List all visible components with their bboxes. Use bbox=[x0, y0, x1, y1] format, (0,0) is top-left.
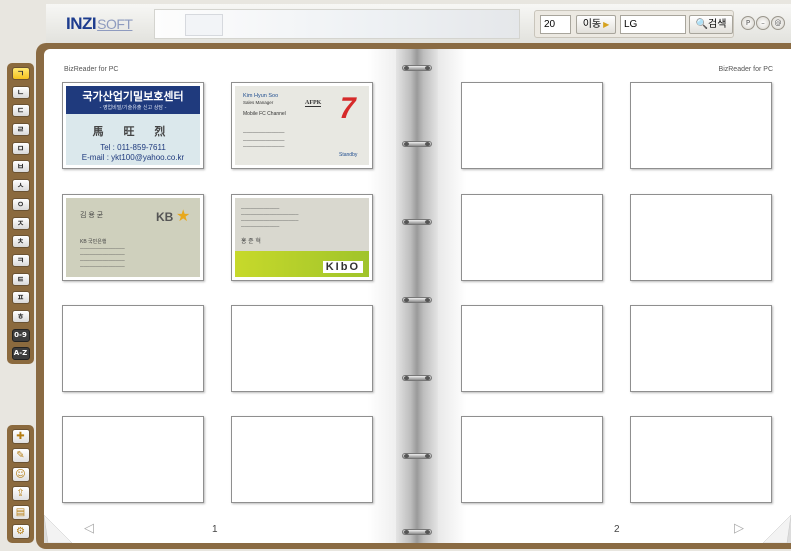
minimize-button[interactable]: – bbox=[756, 16, 770, 30]
left-page: BizReader for PC 국가산업기밀보호센터 - 영업비밀/기술유출 … bbox=[44, 49, 396, 543]
empty-card-slot[interactable] bbox=[231, 305, 373, 392]
business-card[interactable]: 국가산업기밀보호센터 - 영업비밀/기술유출 신고 상담 - 馬 旺 烈 Tel… bbox=[62, 82, 204, 169]
card-tel: Tel : 011-859-7611 bbox=[100, 143, 166, 152]
top-toolbar: INZISOFT 이동▶ 🔍검색 P – @ bbox=[46, 4, 791, 44]
export-icon[interactable]: ⇪ bbox=[11, 486, 30, 501]
close-button[interactable]: @ bbox=[771, 16, 785, 30]
card-mark: 7 bbox=[335, 92, 360, 125]
empty-card-slot[interactable] bbox=[630, 82, 772, 169]
brand-label: BizReader for PC bbox=[718, 66, 773, 73]
index-tab-chieut[interactable]: ㅊ bbox=[11, 235, 30, 249]
index-tab-rieul[interactable]: ㄹ bbox=[11, 123, 30, 137]
tool-strip: ✚ ✎ ☺ ⇪ ▤ ⚙ bbox=[7, 425, 34, 543]
card-name: 김 용 균 bbox=[80, 212, 104, 219]
card-name: 馬 旺 烈 bbox=[92, 125, 174, 138]
group-icon[interactable]: ☺ bbox=[11, 467, 30, 482]
index-tab-bieup[interactable]: ㅂ bbox=[11, 160, 30, 174]
binder-ring bbox=[402, 141, 432, 147]
empty-card-slot[interactable] bbox=[62, 305, 204, 392]
empty-card-slot[interactable] bbox=[461, 305, 603, 392]
empty-card-slot[interactable] bbox=[630, 194, 772, 281]
binder-ring bbox=[402, 65, 432, 71]
card-image: Kim Hyun Soo Sales Manager Mobile FC Cha… bbox=[235, 86, 369, 165]
page-corner-right[interactable] bbox=[763, 515, 791, 543]
index-tab-tieut[interactable]: ㅌ bbox=[11, 272, 30, 286]
card-name: Kim Hyun Soo bbox=[243, 93, 279, 99]
card-dept: Mobile FC Channel bbox=[243, 111, 286, 117]
add-card-icon[interactable]: ✚ bbox=[11, 429, 30, 444]
print-icon[interactable]: ▤ bbox=[11, 505, 30, 520]
empty-card-slot[interactable] bbox=[461, 194, 603, 281]
binder-spine bbox=[396, 49, 438, 543]
index-tab-alphabet[interactable]: A-Z bbox=[11, 347, 30, 361]
go-button[interactable]: 이동 ▶ bbox=[576, 15, 616, 34]
banner-thumbnail bbox=[185, 14, 223, 36]
index-tab-nieun[interactable]: ㄴ bbox=[11, 85, 30, 99]
page-number-left: 1 bbox=[212, 524, 218, 535]
card-logo: KB bbox=[156, 210, 174, 224]
index-tab-jieut[interactable]: ㅈ bbox=[11, 216, 30, 230]
business-card[interactable]: ──────────── ────────────────── ────────… bbox=[231, 194, 373, 281]
card-image: ──────────── ────────────────── ────────… bbox=[235, 198, 369, 277]
empty-card-slot[interactable] bbox=[461, 416, 603, 503]
card-org: 국가산업기밀보호센터 bbox=[82, 90, 184, 103]
index-tab-digeut[interactable]: ㄷ bbox=[11, 104, 30, 118]
card-bank: KB 국민은행 bbox=[80, 239, 107, 245]
page-corner-left[interactable] bbox=[44, 515, 72, 543]
empty-card-slot[interactable] bbox=[62, 416, 204, 503]
card-image: 김 용 균 KB ★ KB 국민은행 ────────────── ──────… bbox=[66, 198, 200, 277]
card-contact: Tel : 011-859-7611 E-mail : ykt100@yahoo… bbox=[66, 143, 200, 163]
empty-card-slot[interactable] bbox=[461, 82, 603, 169]
card-image: 국가산업기밀보호센터 - 영업비밀/기술유출 신고 상담 - 馬 旺 烈 Tel… bbox=[66, 86, 200, 165]
index-tab-ieung[interactable]: ㅇ bbox=[11, 197, 30, 211]
empty-card-slot[interactable] bbox=[630, 416, 772, 503]
empty-card-slot[interactable] bbox=[630, 305, 772, 392]
binder-ring bbox=[402, 375, 432, 381]
page-number-input[interactable] bbox=[540, 15, 571, 34]
empty-card-slot[interactable] bbox=[231, 416, 373, 503]
card-email: E-mail : ykt100@yahoo.co.kr bbox=[81, 153, 185, 162]
search-button[interactable]: 🔍검색 bbox=[689, 15, 733, 34]
index-tab-kieuk[interactable]: ㅋ bbox=[11, 253, 30, 267]
previous-page-icon[interactable]: ◁ bbox=[84, 521, 94, 536]
right-page: BizReader for PC 2 ▷ bbox=[438, 49, 791, 543]
banner-area bbox=[154, 9, 520, 39]
card-name: 홍 준 혁 bbox=[241, 239, 261, 245]
business-card[interactable]: 김 용 균 KB ★ KB 국민은행 ────────────── ──────… bbox=[62, 194, 204, 281]
card-subtitle: - 영업비밀/기술유출 신고 상담 - bbox=[99, 105, 167, 111]
search-panel: 이동▶ 🔍검색 bbox=[534, 10, 734, 38]
star-icon: ★ bbox=[176, 206, 191, 225]
settings-icon[interactable]: ⚙ bbox=[11, 524, 30, 539]
index-tab-mieum[interactable]: ㅁ bbox=[11, 141, 30, 155]
brand-label: BizReader for PC bbox=[64, 66, 119, 73]
binder-ring bbox=[402, 529, 432, 535]
pin-button[interactable]: P bbox=[741, 16, 755, 30]
business-card[interactable]: Kim Hyun Soo Sales Manager Mobile FC Cha… bbox=[231, 82, 373, 169]
index-tab-pieup[interactable]: ㅍ bbox=[11, 291, 30, 305]
card-logo: AFPK bbox=[305, 100, 322, 107]
index-tab-siot[interactable]: ㅅ bbox=[11, 179, 30, 193]
page-number-right: 2 bbox=[614, 524, 620, 535]
card-brand: Standby bbox=[339, 152, 358, 158]
index-tab-strip: ㄱ ㄴ ㄷ ㄹ ㅁ ㅂ ㅅ ㅇ ㅈ ㅊ ㅋ ㅌ ㅍ ㅎ 0-9 A-Z bbox=[7, 63, 34, 364]
card-footer-band: KIbO bbox=[235, 251, 369, 277]
binder-ring bbox=[402, 453, 432, 459]
search-icon: 🔍 bbox=[695, 19, 709, 30]
search-input[interactable] bbox=[620, 15, 686, 34]
play-icon: ▶ bbox=[603, 20, 610, 29]
card-title: Sales Manager bbox=[243, 100, 274, 105]
binder-ring bbox=[402, 297, 432, 303]
index-tab-hieut[interactable]: ㅎ bbox=[11, 309, 30, 323]
edit-icon[interactable]: ✎ bbox=[11, 448, 30, 463]
card-header-band: 국가산업기밀보호센터 - 영업비밀/기술유출 신고 상담 - bbox=[66, 86, 200, 114]
app-logo: INZISOFT bbox=[66, 14, 133, 33]
next-page-icon[interactable]: ▷ bbox=[734, 521, 744, 536]
index-tab-giyeok[interactable]: ㄱ bbox=[11, 67, 30, 80]
binder-ring bbox=[402, 219, 432, 225]
card-album: BizReader for PC 국가산업기밀보호센터 - 영업비밀/기술유출 … bbox=[36, 43, 791, 549]
index-tab-numbers[interactable]: 0-9 bbox=[11, 328, 30, 342]
card-logo: KIbO bbox=[322, 261, 363, 273]
